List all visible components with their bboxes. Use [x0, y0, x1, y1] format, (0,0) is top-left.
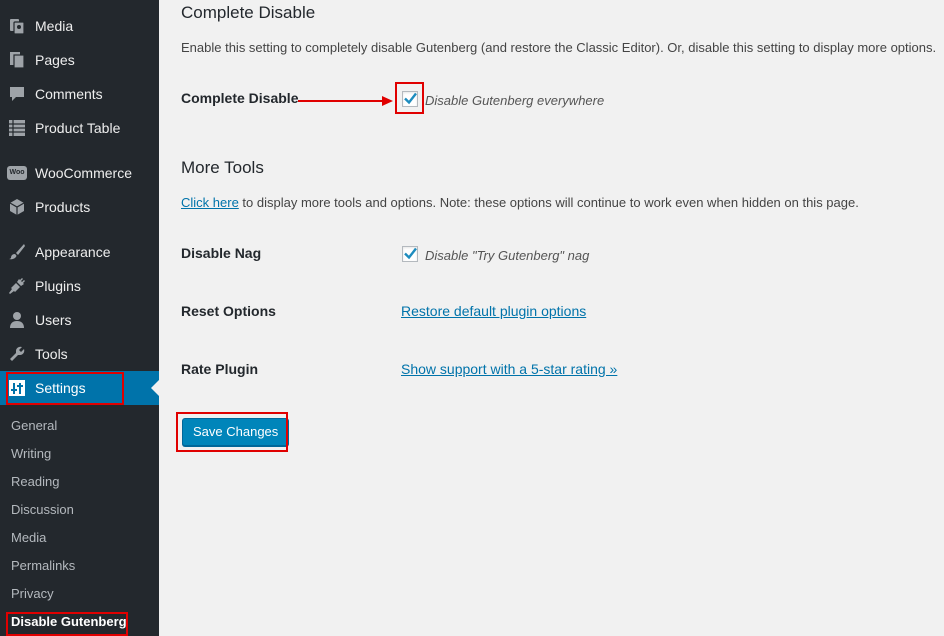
more-tools-description: Click here to display more tools and opt… [181, 195, 859, 210]
rate-plugin-link[interactable]: Show support with a 5-star rating » [401, 361, 617, 377]
table-icon [7, 118, 27, 138]
complete-disable-checkbox[interactable] [402, 91, 418, 107]
submenu-item-discussion[interactable]: Discussion [11, 499, 74, 521]
sidebar-item-settings[interactable]: Settings [0, 371, 159, 405]
disable-nag-checkbox-label[interactable]: Disable "Try Gutenberg" nag [425, 248, 589, 263]
pages-icon [7, 50, 27, 70]
submenu-item-privacy[interactable]: Privacy [11, 583, 54, 605]
submenu-item-disable-gutenberg[interactable]: Disable Gutenberg [11, 611, 127, 633]
disable-nag-checkbox[interactable] [402, 246, 418, 262]
sidebar-item-label: Tools [35, 346, 68, 362]
submenu-item-permalinks[interactable]: Permalinks [11, 555, 75, 577]
sidebar-item-products[interactable]: Products [0, 190, 159, 224]
restore-defaults-link[interactable]: Restore default plugin options [401, 303, 586, 319]
sidebar-item-comments[interactable]: Comments [0, 77, 159, 111]
sidebar-item-label: Product Table [35, 120, 121, 136]
sidebar-item-product-table[interactable]: Product Table [0, 111, 159, 145]
users-icon [7, 310, 27, 330]
complete-disable-heading: Complete Disable [181, 3, 316, 22]
sidebar-item-label: Media [35, 18, 74, 34]
submenu-item-reading[interactable]: Reading [11, 471, 59, 493]
sidebar-item-label: Appearance [35, 244, 111, 260]
sidebar-item-label: Plugins [35, 278, 81, 294]
checkmark-icon [404, 92, 417, 105]
admin-sidebar: Media Pages Comments Product Table Woo W… [0, 0, 159, 636]
arrow-annotation-icon [298, 96, 393, 106]
sidebar-item-label: Comments [35, 86, 103, 102]
settings-main: Complete Disable Enable this setting to … [159, 0, 944, 636]
comments-icon [7, 84, 27, 104]
rate-plugin-label: Rate Plugin [181, 361, 259, 377]
sidebar-item-label: Users [35, 312, 72, 328]
plugins-icon [7, 276, 27, 296]
sidebar-item-users[interactable]: Users [0, 303, 159, 337]
sidebar-item-media[interactable]: Media [0, 9, 159, 43]
sidebar-item-label: Pages [35, 52, 75, 68]
more-tools-heading: More Tools [181, 158, 264, 177]
products-box-icon [7, 197, 27, 217]
save-changes-button[interactable]: Save Changes [182, 418, 290, 446]
complete-disable-description: Enable this setting to completely disabl… [181, 40, 937, 55]
complete-disable-checkbox-label[interactable]: Disable Gutenberg everywhere [425, 93, 604, 108]
sidebar-item-label: WooCommerce [35, 165, 132, 181]
checkmark-icon [404, 247, 417, 260]
active-menu-arrow [151, 380, 159, 396]
sidebar-item-label: Settings [35, 380, 86, 396]
woocommerce-icon: Woo [7, 163, 27, 183]
disable-nag-label: Disable Nag [181, 245, 262, 261]
settings-sliders-icon [7, 378, 27, 398]
media-icon [7, 16, 27, 36]
complete-disable-label: Complete Disable [181, 90, 299, 106]
submenu-item-writing[interactable]: Writing [11, 443, 51, 465]
sidebar-item-pages[interactable]: Pages [0, 43, 159, 77]
click-here-link[interactable]: Click here [181, 195, 239, 210]
submenu-item-general[interactable]: General [11, 415, 57, 437]
tools-wrench-icon [7, 344, 27, 364]
sidebar-item-woocommerce[interactable]: Woo WooCommerce [0, 156, 159, 190]
sidebar-item-appearance[interactable]: Appearance [0, 235, 159, 269]
appearance-brush-icon [7, 242, 27, 262]
submenu-item-media[interactable]: Media [11, 527, 46, 549]
sidebar-item-plugins[interactable]: Plugins [0, 269, 159, 303]
sidebar-item-tools[interactable]: Tools [0, 337, 159, 371]
reset-options-label: Reset Options [181, 303, 276, 319]
sidebar-item-label: Products [35, 199, 91, 215]
